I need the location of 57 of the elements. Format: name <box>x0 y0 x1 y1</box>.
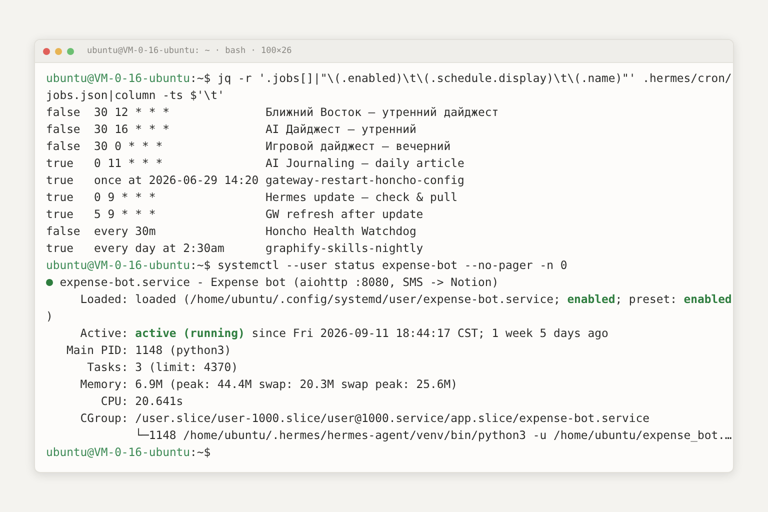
output-line: ) <box>46 308 53 325</box>
field-value: active (running) since Fri 2026-09-11 18:44:17 CST; 1 week 5 days ago <box>134 325 608 342</box>
schedule-value: every 30m <box>94 224 156 238</box>
schedule-value: 0 9 * * * <box>94 190 156 204</box>
enabled-value: true <box>46 173 74 187</box>
prompt-user: ubuntu@VM-0-16-ubuntu <box>46 257 190 274</box>
command-text: jq -r '.jobs[]|"\(.enabled)\t\(.schedule.display)\t\(.name)"' .hermes/cron/ <box>216 70 732 87</box>
schedule-value: 30 12 * * * <box>94 105 170 119</box>
field-value: 1148 (python3) <box>134 342 232 359</box>
job-name: Ближний Восток — утренний дайджест <box>265 104 499 121</box>
job-name: Honcho Health Watchdog <box>265 223 416 240</box>
prompt-path: :~$ <box>190 70 211 87</box>
enabled-value: false <box>46 105 80 119</box>
schedule-value: every day at 2:30am <box>94 241 224 255</box>
field-value: 6.9M (peak: 44.4M swap: 20.3M swap peak: 25.6M) <box>134 376 458 393</box>
field-value: 20.641s <box>134 393 184 410</box>
schedule-value: 30 0 * * * <box>94 139 163 153</box>
window-title: ubuntu@VM-0-16-ubuntu: ~ · bash · 100×26 <box>87 46 292 56</box>
prompt-path: :~$ <box>190 257 211 274</box>
close-icon[interactable] <box>43 48 50 54</box>
process-tree-line: └─1148 /home/ubuntu/.hermes/hermes-agent/venv/bin/python3 -u /home/ubuntu/expense_bot.… <box>135 427 732 444</box>
field-label: Main PID: <box>66 343 128 357</box>
schedule-value: 30 16 * * * <box>94 122 170 136</box>
enabled-value: true <box>46 207 74 221</box>
job-name: Hermes update — check & pull <box>265 189 458 206</box>
job-name: gateway-restart-honcho-config <box>265 172 464 189</box>
field-label: CPU: <box>100 394 128 408</box>
unit-title: expense-bot.service - Expense bot (aiohttp :8080, SMS -> Notion) <box>58 274 499 291</box>
command-text: systemctl --user status expense-bot --no-pager -n 0 <box>216 257 568 274</box>
minimize-icon[interactable] <box>55 48 62 54</box>
field-value: /user.slice/user-1000.slice/user@1000.service/app.slice/expense-bot.service <box>134 410 650 427</box>
job-name: Игровой дайджест — вечерний <box>265 138 451 155</box>
output-line: jobs.json|column -ts $'\t' <box>46 87 224 104</box>
enabled-value: false <box>46 224 80 238</box>
schedule-value: once at 2026-06-29 14:20 <box>94 173 259 187</box>
job-name: graphify-skills-nightly <box>265 240 424 257</box>
prompt-user: ubuntu@VM-0-16-ubuntu <box>46 444 190 461</box>
enabled-value: true <box>46 156 74 170</box>
enabled-value: true <box>46 190 74 204</box>
field-label: Memory: <box>80 377 128 391</box>
field-label: Loaded: <box>80 292 128 306</box>
job-name: AI Дайджест — утренний <box>265 121 416 138</box>
enabled-value: true <box>46 241 74 255</box>
field-value: 3 (limit: 4370) <box>134 359 238 376</box>
schedule-value: 5 9 * * * <box>94 207 156 221</box>
field-label: CGroup: <box>80 411 128 425</box>
enabled-value: false <box>46 139 80 153</box>
prompt-path: :~$ <box>190 444 211 461</box>
job-name: AI Journaling — daily article <box>265 155 464 172</box>
maximize-icon[interactable] <box>67 48 74 54</box>
field-label: Active: <box>80 326 128 340</box>
enabled-value: false <box>46 122 80 136</box>
field-label: Tasks: <box>87 360 128 374</box>
field-value: loaded (/home/ubuntu/.config/systemd/user/expense-bot.service; enabled; preset: enabled <box>134 291 732 308</box>
job-name: GW refresh after update <box>265 206 424 223</box>
schedule-value: 0 11 * * * <box>94 156 163 170</box>
prompt-user: ubuntu@VM-0-16-ubuntu <box>46 70 190 87</box>
